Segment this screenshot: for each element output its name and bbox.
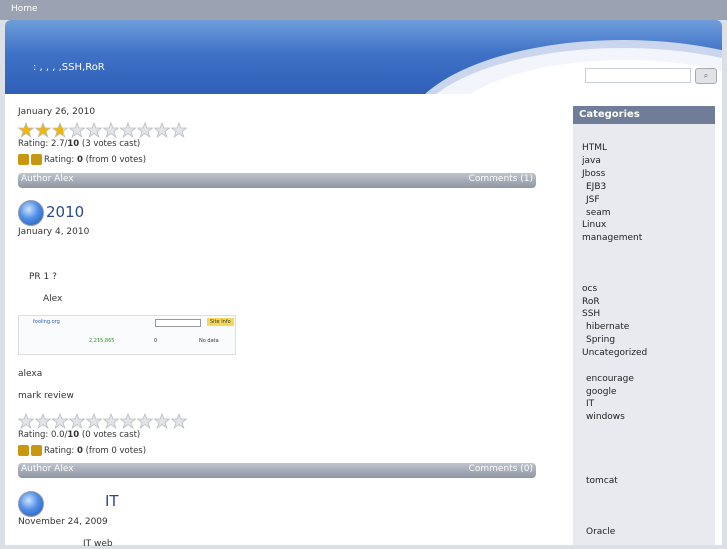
screenshot-rank: 2,215,865: [89, 338, 115, 344]
star-icon[interactable]: [120, 122, 136, 138]
sidebar-item-it[interactable]: IT: [586, 399, 594, 409]
rating-max: 10: [67, 139, 80, 149]
star-icon[interactable]: [154, 413, 170, 429]
rating-prefix: Rating: 2.7/: [18, 139, 68, 149]
sidebar-item-encourage[interactable]: encourage: [586, 374, 634, 384]
sidebar-item-spring[interactable]: Spring: [586, 335, 615, 345]
header-banner: : , , , ,SSH,RoR ⌕: [5, 20, 722, 94]
rating-text: Rating: 2.7/10 (3 votes cast): [18, 139, 140, 149]
safari-compass-icon: [18, 200, 44, 226]
star-icon[interactable]: [154, 122, 170, 138]
sidebar-title: Categories: [573, 106, 715, 124]
site-info-screenshot: fooling.org Site Info 2,215,865 0 No dat…: [18, 315, 236, 355]
sidebar-item-ocs[interactable]: ocs: [582, 284, 597, 294]
search-button[interactable]: ⌕: [695, 68, 717, 84]
sidebar-item-hibernate[interactable]: hibernate: [586, 322, 629, 332]
vote-prefix: Rating:: [44, 446, 77, 456]
sidebar-item-ssh[interactable]: SSH: [582, 309, 600, 319]
star-icon[interactable]: [137, 122, 153, 138]
post-meta-bar: Author Alex Comments (0): [18, 463, 536, 478]
screenshot-searchbox: [155, 319, 201, 327]
post-text-line: Alex: [43, 294, 63, 304]
post-author: Author Alex: [21, 174, 74, 184]
star-icon[interactable]: [171, 122, 187, 138]
nav-home-link[interactable]: Home: [11, 4, 38, 14]
sidebar-item-jboss[interactable]: Jboss: [582, 169, 605, 179]
sidebar-item-jsf[interactable]: JSF: [586, 195, 600, 205]
site-title: : , , , ,SSH,RoR: [33, 62, 105, 73]
rating-prefix: Rating: 0.0/: [18, 430, 68, 440]
screenshot-links: 0: [154, 338, 158, 344]
rating-votes: (3 votes cast): [79, 139, 141, 149]
sidebar-item-ejb3[interactable]: EJB3: [586, 182, 606, 192]
screenshot-speed: No data: [199, 338, 219, 344]
search-input[interactable]: [585, 68, 691, 83]
sidebar-item-linux[interactable]: Linux: [582, 220, 606, 230]
star-icon[interactable]: [69, 122, 85, 138]
star-icon[interactable]: [137, 413, 153, 429]
top-nav-bar: Home: [0, 0, 727, 20]
post-date: January 4, 2010: [18, 227, 90, 237]
post-meta-bar: Author Alex Comments (1): [18, 173, 536, 188]
sidebar-item-seam[interactable]: seam: [586, 208, 611, 218]
thumbs-up-icon[interactable]: [18, 154, 29, 165]
sidebar-item-uncategorized[interactable]: Uncategorized: [582, 348, 647, 358]
sidebar-item-management[interactable]: management: [582, 233, 642, 243]
star-icon[interactable]: [171, 413, 187, 429]
sidebar-item-ror[interactable]: RoR: [582, 297, 600, 307]
thumb-vote-row: Rating: 0 (from 0 votes): [18, 445, 146, 456]
thumbs-down-icon[interactable]: [31, 445, 42, 456]
post-text-line: IT web: [83, 539, 113, 549]
star-icon[interactable]: [86, 413, 102, 429]
safari-compass-icon: [18, 491, 44, 517]
sidebar-item-java[interactable]: java: [582, 156, 601, 166]
screenshot-badge: Site Info: [207, 318, 234, 326]
star-icon[interactable]: [35, 122, 51, 138]
star-icon[interactable]: [103, 122, 119, 138]
post-text-line: alexa: [18, 369, 43, 379]
thumb-vote-row: Rating: 0 (from 0 votes): [18, 154, 146, 165]
vote-suffix: (from 0 votes): [82, 155, 147, 165]
star-icon[interactable]: [52, 413, 68, 429]
star-icon[interactable]: [86, 122, 102, 138]
post-date: November 24, 2009: [18, 517, 108, 527]
sidebar-item-windows[interactable]: windows: [586, 412, 625, 422]
vote-suffix: (from 0 votes): [82, 446, 147, 456]
star-icon[interactable]: [120, 413, 136, 429]
thumbs-down-icon[interactable]: [31, 154, 42, 165]
rating-text: Rating: 0.0/10 (0 votes cast): [18, 430, 140, 440]
star-icon[interactable]: [103, 413, 119, 429]
star-icon[interactable]: [69, 413, 85, 429]
post-date: January 26, 2010: [18, 107, 96, 117]
vote-prefix: Rating:: [44, 155, 77, 165]
sidebar-item-oracle[interactable]: Oracle: [586, 527, 615, 537]
rating-votes: (0 votes cast): [79, 430, 141, 440]
content-area: January 26, 2010 Rating: 2.7/10 (3 votes…: [5, 94, 722, 549]
post-title[interactable]: 2010: [46, 203, 84, 221]
post-text-line: mark review: [18, 391, 74, 401]
rating-max: 10: [67, 430, 80, 440]
star-icon[interactable]: [35, 413, 51, 429]
sidebar-item-html[interactable]: HTML: [582, 143, 607, 153]
star-icon[interactable]: [18, 413, 34, 429]
star-icon[interactable]: [18, 122, 34, 138]
post-title[interactable]: IT: [105, 492, 119, 510]
post-text-line: PR 1 ?: [29, 272, 57, 282]
comments-link[interactable]: Comments (0): [469, 464, 533, 474]
screenshot-site: fooling.org: [33, 319, 60, 325]
sidebar-categories: Categories HTML java Jboss EJB3 JSF seam Linux…: [573, 106, 715, 545]
sidebar-item-tomcat[interactable]: tomcat: [586, 476, 618, 486]
post-author: Author Alex: [21, 464, 74, 474]
comments-link[interactable]: Comments (1): [469, 174, 533, 184]
thumbs-up-icon[interactable]: [18, 445, 29, 456]
sidebar-item-google[interactable]: google: [586, 387, 616, 397]
star-icon[interactable]: [52, 122, 68, 138]
